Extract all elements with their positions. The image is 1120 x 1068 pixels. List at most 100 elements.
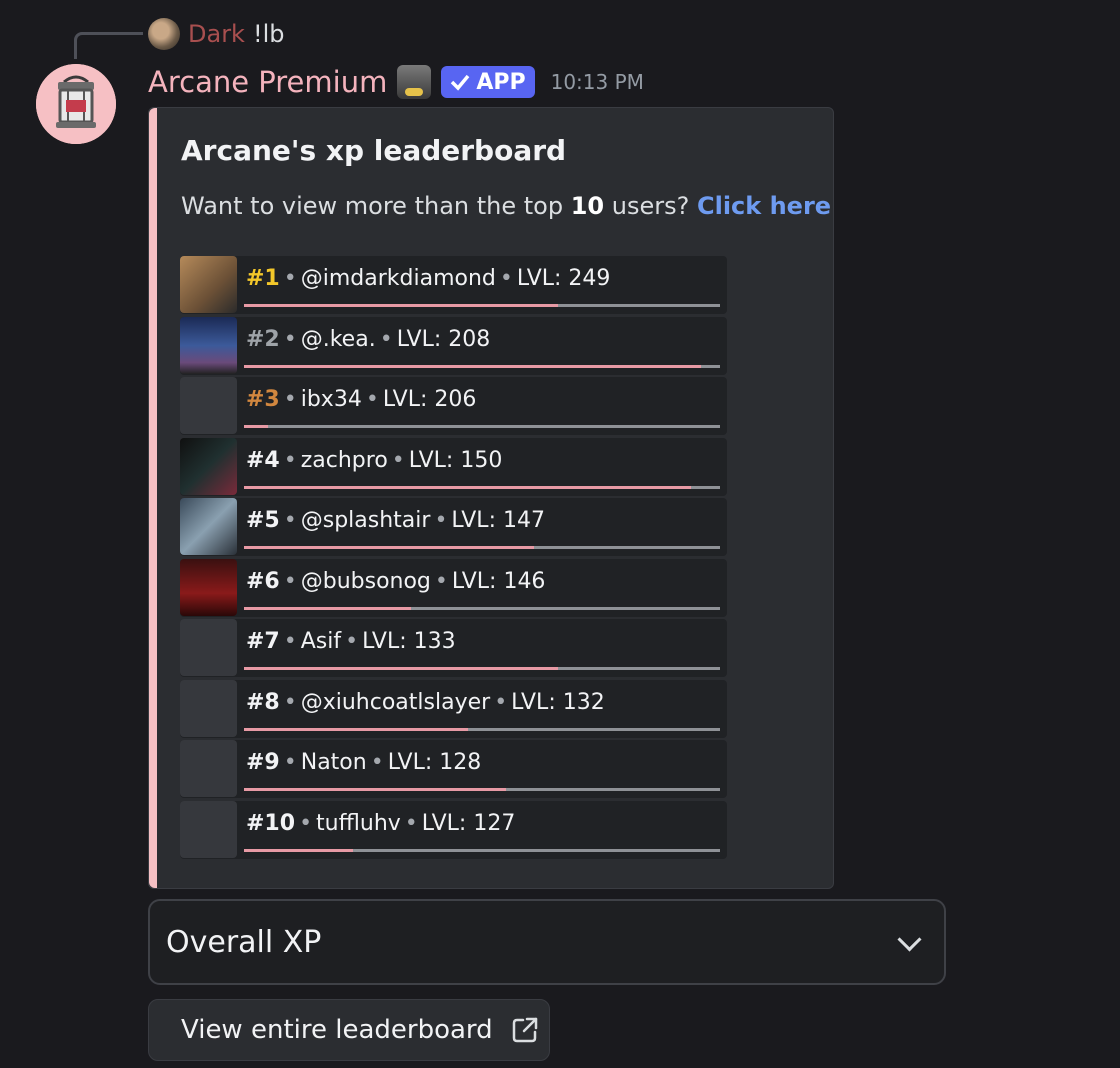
separator-dot: • (379, 326, 393, 352)
lantern-icon (36, 64, 116, 144)
desc-prefix: Want to view more than the top (181, 192, 571, 220)
xp-progress-bar (244, 848, 720, 852)
rank-label: #1 (246, 266, 280, 291)
xp-progress-fill (244, 364, 701, 368)
rank-label: #6 (246, 568, 280, 594)
app-badge: APP (441, 66, 535, 98)
embed-accent-bar (149, 108, 157, 888)
user-avatar (180, 800, 237, 858)
separator-dot: • (404, 810, 418, 836)
level-label: LVL: 132 (511, 689, 605, 715)
user-name: @imdarkdiamond (300, 266, 496, 291)
separator-dot: • (391, 447, 405, 473)
xp-progress-bar (244, 667, 720, 670)
separator-dot: • (283, 750, 297, 775)
separator-dot: • (299, 810, 313, 836)
row-text: #1 • @imdarkdiamond • LVL: 249 (246, 266, 610, 291)
checkmark-icon (451, 74, 470, 91)
user-name: tuffluhv (316, 810, 401, 836)
leaderboard-row: #1 • @imdarkdiamond • LVL: 249 (180, 256, 727, 316)
separator-dot: • (370, 750, 384, 775)
user-name: @.kea. (300, 326, 376, 352)
rank-label: #2 (246, 326, 280, 352)
user-avatar (180, 498, 237, 555)
user-avatar (180, 558, 237, 616)
leaderboard-row: #2 • @.kea. • LVL: 208 (180, 316, 727, 377)
reply-preview[interactable]: Dark !lb (148, 18, 284, 50)
xp-progress-bar (244, 727, 720, 731)
separator-dot: • (283, 689, 297, 715)
user-avatar (180, 377, 237, 434)
rank-label: #4 (246, 447, 280, 473)
xp-progress-fill (244, 485, 692, 489)
xp-progress-fill (244, 425, 268, 428)
user-name: ibx34 (300, 387, 362, 412)
bot-avatar[interactable] (36, 64, 116, 144)
row-text: #4 • zachpro • LVL: 150 (246, 448, 502, 473)
user-name: Asif (300, 629, 342, 654)
chevron-down-icon (897, 927, 922, 952)
reply-connector (74, 32, 143, 59)
level-label: LVL: 127 (421, 810, 516, 836)
user-name: zachpro (300, 447, 388, 473)
rank-label: #5 (246, 508, 280, 533)
external-link-icon (512, 1017, 537, 1043)
leaderboard-row: #3 • ibx34 • LVL: 206 (180, 377, 727, 437)
level-label: LVL: 206 (382, 387, 477, 412)
lantern-emoji-icon (397, 65, 432, 99)
level-label: LVL: 150 (408, 447, 503, 473)
row-text: #10 • tuffluhv • LVL: 127 (246, 811, 515, 836)
message-timestamp[interactable]: 10:13 PM (551, 70, 644, 94)
level-label: LVL: 146 (451, 568, 546, 594)
reply-avatar[interactable] (148, 18, 180, 50)
user-name: Naton (300, 750, 367, 775)
separator-dot: • (494, 689, 508, 715)
xp-progress-fill (244, 304, 559, 307)
leaderboard-row: #7 • Asif • LVL: 133 (180, 619, 727, 679)
xp-progress-bar (244, 304, 720, 307)
user-avatar (180, 740, 237, 797)
leaderboard-row: #8 • @xiuhcoatlslayer • LVL: 132 (180, 679, 727, 740)
rank-label: #10 (246, 810, 296, 836)
level-label: LVL: 249 (516, 266, 611, 291)
row-text: #5 • @splashtair • LVL: 147 (246, 508, 545, 533)
xp-progress-bar (244, 485, 720, 489)
level-label: LVL: 128 (387, 750, 482, 775)
separator-dot: • (499, 266, 513, 291)
xp-progress-fill (244, 606, 411, 610)
rank-label: #9 (246, 750, 280, 775)
select-value: Overall XP (166, 925, 322, 960)
message-header: Arcane Premium APP 10:13 PM (148, 62, 644, 102)
separator-dot: • (283, 266, 297, 291)
user-avatar (180, 437, 237, 495)
rank-label: #3 (246, 387, 280, 412)
reply-author[interactable]: Dark (188, 20, 245, 48)
app-badge-label: APP (476, 69, 526, 95)
user-avatar (180, 679, 237, 737)
user-avatar (180, 619, 237, 676)
xp-progress-fill (244, 667, 559, 670)
leaderboard-row: #10 • tuffluhv • LVL: 127 (180, 800, 727, 861)
leaderboard-embed: Arcane's xp leaderboard Want to view mor… (148, 107, 834, 889)
separator-dot: • (434, 568, 448, 594)
leaderboard-row: #4 • zachpro • LVL: 150 (180, 437, 727, 498)
row-text: #3 • ibx34 • LVL: 206 (246, 387, 476, 412)
view-leaderboard-button[interactable]: View entire leaderboard (148, 999, 550, 1061)
row-text: #7 • Asif • LVL: 133 (246, 629, 456, 654)
separator-dot: • (434, 508, 448, 533)
xp-progress-fill (244, 788, 506, 791)
click-here-link[interactable]: Click here (697, 192, 831, 220)
bot-name[interactable]: Arcane Premium (148, 65, 387, 99)
separator-dot: • (283, 508, 297, 533)
leaderboard-type-select[interactable]: Overall XP (148, 899, 946, 985)
leaderboard-row: #5 • @splashtair • LVL: 147 (180, 498, 727, 558)
desc-count: 10 (570, 192, 605, 220)
xp-progress-fill (244, 727, 468, 731)
view-leaderboard-label: View entire leaderboard (181, 1015, 493, 1045)
user-avatar (180, 256, 237, 313)
reply-text[interactable]: !lb (253, 20, 285, 48)
separator-dot: • (365, 387, 379, 412)
user-name: @xiuhcoatlslayer (300, 689, 491, 715)
embed-description: Want to view more than the top 10 users?… (181, 192, 831, 220)
level-label: LVL: 147 (451, 508, 545, 533)
